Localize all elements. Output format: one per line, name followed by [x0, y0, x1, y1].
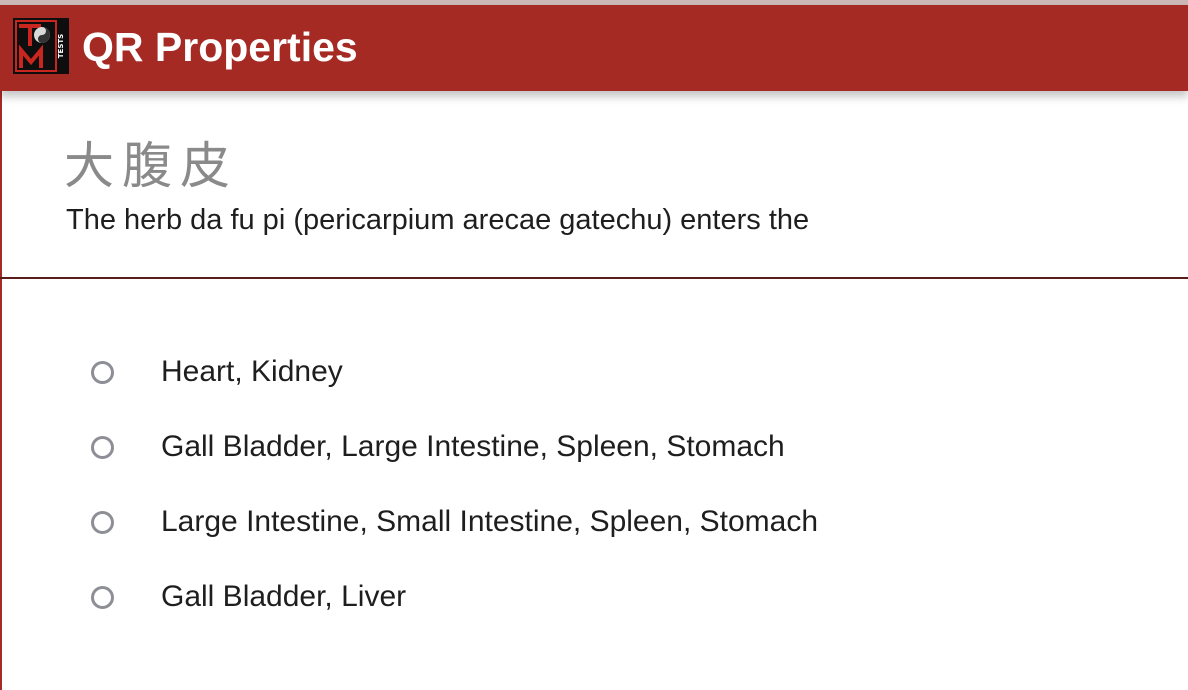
herb-chinese-name: 大腹皮	[64, 137, 238, 195]
answer-option[interactable]: Heart, Kidney	[0, 336, 1188, 411]
option-label[interactable]: Gall Bladder, Liver	[161, 578, 406, 616]
option-label[interactable]: Heart, Kidney	[161, 353, 343, 391]
app-header: TESTS QR Properties	[0, 5, 1188, 91]
option-label[interactable]: Gall Bladder, Large Intestine, Spleen, S…	[161, 428, 785, 466]
answer-option[interactable]: Gall Bladder, Liver	[0, 561, 1188, 636]
quiz-page: TESTS QR Properties 大腹皮 The herb da fu p…	[0, 0, 1188, 690]
radio-button[interactable]	[91, 511, 114, 534]
radio-button[interactable]	[91, 586, 114, 609]
page-title: QR Properties	[82, 24, 358, 70]
answer-option[interactable]: Gall Bladder, Large Intestine, Spleen, S…	[0, 411, 1188, 486]
question-prompt: The herb da fu pi (pericarpium arecae ga…	[66, 204, 810, 236]
answer-options: Heart, Kidney Gall Bladder, Large Intest…	[0, 336, 1188, 636]
tcm-tests-logo-icon: TESTS	[13, 18, 69, 74]
option-label[interactable]: Large Intestine, Small Intestine, Spleen…	[161, 503, 818, 541]
answer-option[interactable]: Large Intestine, Small Intestine, Spleen…	[0, 486, 1188, 561]
radio-button[interactable]	[91, 436, 114, 459]
logo-text: TESTS	[57, 34, 65, 58]
radio-button[interactable]	[91, 361, 114, 384]
